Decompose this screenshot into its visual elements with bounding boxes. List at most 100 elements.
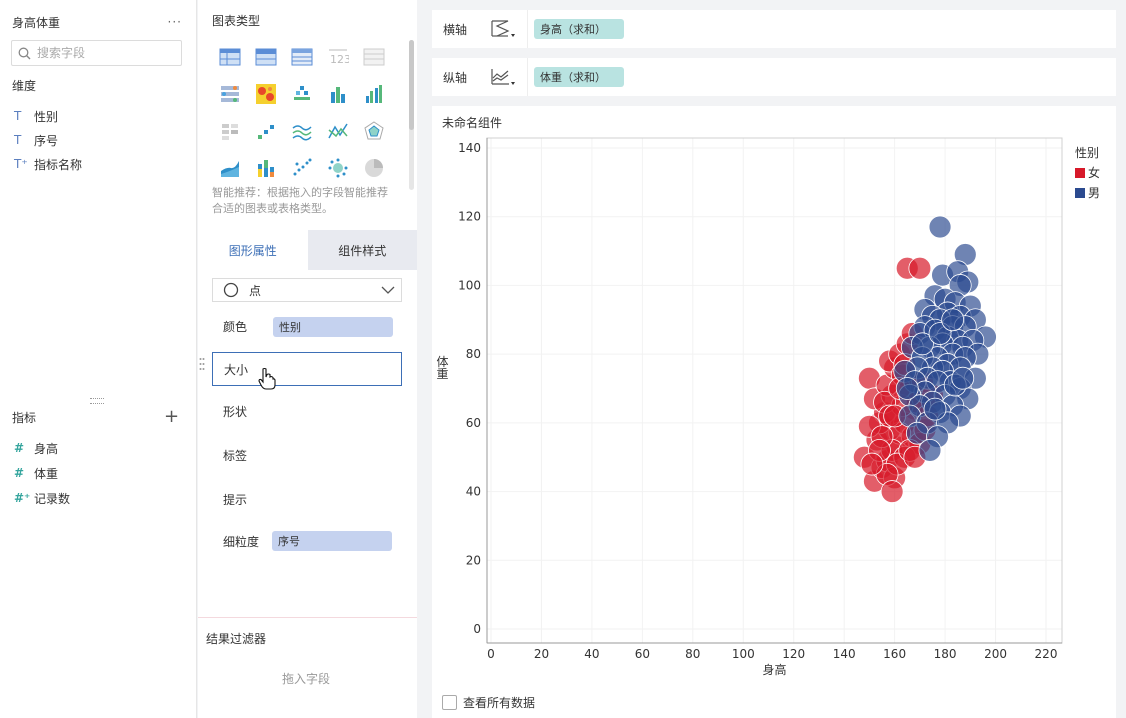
number-type-icon: # xyxy=(14,466,25,480)
chart-type-grouped-column-icon[interactable] xyxy=(356,75,392,112)
chart-type-radar-line-icon[interactable] xyxy=(320,112,356,149)
chart-type-table-icon[interactable] xyxy=(212,38,248,75)
dataset-panel: 身高体重 ··· 维度 T 性别 T 序号 T⁺ 指标名称 指标 + # 身高 … xyxy=(0,0,197,718)
chart-type-cross-table-icon[interactable] xyxy=(284,38,320,75)
field-name: 性别 xyxy=(34,109,59,124)
property-tabs: 图形属性 组件样式 xyxy=(198,230,417,270)
data-point-male xyxy=(941,308,965,332)
field-search[interactable] xyxy=(11,40,182,66)
label-property[interactable]: 标签 xyxy=(212,438,402,472)
data-point-male xyxy=(895,377,919,400)
color-label: 颜色 xyxy=(223,319,248,334)
legend-label: 女 xyxy=(1088,166,1101,180)
add-measure-icon[interactable]: + xyxy=(164,406,179,427)
chart-type-kpi-icon[interactable]: 123 xyxy=(320,38,356,75)
chart-type-group-table-icon[interactable] xyxy=(248,38,284,75)
dataset-title: 身高体重 xyxy=(12,15,61,30)
text-type-icon: T xyxy=(14,133,22,147)
search-icon xyxy=(18,47,31,59)
chart-type-column-icon[interactable] xyxy=(320,75,356,112)
chart-type-detail-table-icon[interactable] xyxy=(356,38,392,75)
filter-drop-zone[interactable]: 拖入字段 xyxy=(206,656,406,718)
y-tick-label: 120 xyxy=(458,210,481,224)
shape-property[interactable]: 形状 xyxy=(212,394,402,428)
y-tick-label: 60 xyxy=(466,416,481,430)
legend-item-male[interactable]: 男 xyxy=(1075,184,1100,201)
x-axis-shelf: 横轴 身高（求和） xyxy=(432,10,1116,48)
plot-frame xyxy=(486,137,1063,644)
chart-type-stepped-icon[interactable] xyxy=(248,112,284,149)
y-axis-title: 体重 xyxy=(435,355,449,379)
chart-type-heatmap-icon[interactable] xyxy=(248,75,284,112)
chart-type-distribution-icon[interactable] xyxy=(284,75,320,112)
data-point-female xyxy=(880,480,904,503)
hand-cursor-icon xyxy=(258,367,276,390)
divider xyxy=(527,58,528,96)
chart-type-area-icon[interactable] xyxy=(212,149,248,186)
color-field-pill[interactable]: 性别 xyxy=(273,317,393,337)
size-label: 大小 xyxy=(224,362,249,377)
tooltip-property[interactable]: 提示 xyxy=(212,482,402,516)
x-tick-label: 180 xyxy=(934,647,957,661)
drag-grip-icon[interactable] xyxy=(199,357,205,371)
chart-type-scatter-icon[interactable] xyxy=(284,149,320,186)
data-point-male xyxy=(923,397,947,421)
y-tick-label: 140 xyxy=(458,141,481,155)
chart-type-list-icon[interactable] xyxy=(212,75,248,112)
calculated-number-type-icon: #⁺ xyxy=(14,491,31,505)
x-axis-field-pill[interactable]: 身高（求和） xyxy=(534,19,624,39)
legend-swatch xyxy=(1075,167,1085,178)
y-axis-field-pill[interactable]: 体重（求和） xyxy=(534,67,624,87)
x-tick-label: 60 xyxy=(635,647,650,661)
y-axis-shelf: 纵轴 体重（求和） xyxy=(432,58,1116,96)
x-tick-label: 140 xyxy=(833,647,856,661)
x-tick-label: 0 xyxy=(487,647,495,661)
x-axis-title: 身高 xyxy=(762,662,786,677)
mark-type-select[interactable]: 点 xyxy=(212,278,402,302)
y-axis-type-icon[interactable] xyxy=(483,58,521,96)
tab-component-style[interactable]: 组件样式 xyxy=(307,230,417,270)
view-all-checkbox[interactable] xyxy=(442,695,457,710)
size-property[interactable]: 大小 xyxy=(212,352,402,386)
chart-type-bubble-icon[interactable] xyxy=(320,149,356,186)
number-type-icon: # xyxy=(14,441,25,455)
chart-type-pie-icon[interactable] xyxy=(356,149,392,186)
dimension-field-gender[interactable]: T 性别 xyxy=(14,107,58,125)
y-axis-label: 纵轴 xyxy=(443,70,468,85)
search-input[interactable] xyxy=(37,46,167,60)
chart-type-hint: 智能推荐：根据拖入的字段智能推荐合适的图表或表格类型。 xyxy=(212,186,388,215)
y-tick-label: 100 xyxy=(458,278,481,292)
chart-component: 未命名组件 0 20 40 60 80 100 120 140 160 180 200 220 0 20 4… xyxy=(432,106,1116,718)
y-tick-label: 40 xyxy=(466,485,481,499)
chart-type-matrix-icon[interactable] xyxy=(212,112,248,149)
x-axis-type-icon[interactable] xyxy=(483,10,521,48)
y-tick-label: 80 xyxy=(466,347,481,361)
dimension-field-id[interactable]: T 序号 xyxy=(14,131,58,149)
measure-field-height[interactable]: # 身高 xyxy=(14,439,58,457)
result-filter-title: 结果过滤器 xyxy=(206,632,267,646)
divider xyxy=(527,10,528,48)
granularity-field-pill[interactable]: 序号 xyxy=(272,531,392,551)
text-type-icon: T xyxy=(14,109,22,123)
chart-type-radar-icon[interactable] xyxy=(356,112,392,149)
chart-type-line-icon[interactable] xyxy=(284,112,320,149)
data-point-female xyxy=(860,452,884,476)
chart-type-scroll-thumb[interactable] xyxy=(409,40,414,130)
x-tick-label: 80 xyxy=(685,647,700,661)
svg-text:123: 123 xyxy=(330,53,349,66)
tab-graphic-properties[interactable]: 图形属性 xyxy=(198,230,308,270)
scatter-plot[interactable]: 0 20 40 60 80 100 120 140 160 180 200 220 0 20 40 60 80 1… xyxy=(432,126,1072,706)
more-menu-icon[interactable]: ··· xyxy=(168,15,182,29)
measure-field-weight[interactable]: # 体重 xyxy=(14,464,58,482)
panel-resize-handle[interactable] xyxy=(90,398,104,404)
measure-field-record-count[interactable]: #⁺ 记录数 xyxy=(14,489,70,507)
x-tick-label: 220 xyxy=(1035,647,1058,661)
dimension-field-metric-name[interactable]: T⁺ 指标名称 xyxy=(14,155,82,173)
circle-mark-icon xyxy=(223,282,239,298)
chart-types-title: 图表类型 xyxy=(212,14,261,28)
chart-type-stacked-column-icon[interactable] xyxy=(248,149,284,186)
x-tick-label: 120 xyxy=(782,647,805,661)
view-all-data[interactable]: 查看所有数据 xyxy=(442,694,535,711)
legend-item-female[interactable]: 女 xyxy=(1075,164,1100,181)
shape-label: 形状 xyxy=(223,404,248,419)
